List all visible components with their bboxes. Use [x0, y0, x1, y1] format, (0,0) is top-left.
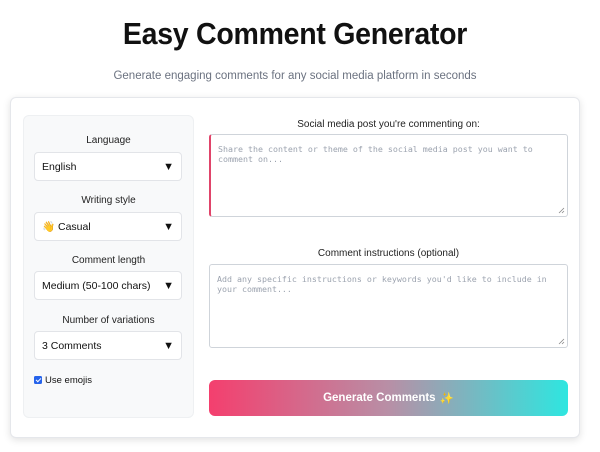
resize-handle-icon[interactable] — [558, 338, 565, 345]
writing-style-text: Casual — [58, 221, 91, 233]
use-emojis-option[interactable]: Use emojis — [34, 374, 92, 386]
generate-comments-button[interactable]: Generate Comments ✨ — [209, 380, 568, 416]
variations-select[interactable]: 3 Comments ▼ — [34, 331, 182, 360]
comment-length-value: Medium (50-100 chars) — [42, 279, 151, 292]
language-value: English — [42, 160, 77, 173]
chevron-down-icon: ▼ — [163, 339, 174, 352]
post-label: Social media post you're commenting on: — [297, 119, 480, 130]
waving-hand-icon: 👋 — [42, 221, 56, 233]
resize-handle-icon[interactable] — [558, 207, 565, 214]
instructions-label: Comment instructions (optional) — [317, 248, 460, 259]
sparkles-icon: ✨ — [439, 393, 454, 405]
use-emojis-checkbox[interactable] — [34, 376, 42, 384]
generate-label: Generate Comments — [323, 392, 436, 404]
use-emojis-label: Use emojis — [45, 374, 92, 386]
writing-style-select[interactable]: 👋 Casual ▼ — [34, 212, 182, 241]
writing-style-value: 👋 Casual — [42, 220, 163, 233]
comment-length-select[interactable]: Medium (50-100 chars) ▼ — [34, 271, 182, 300]
variations-label: Number of variations — [62, 315, 155, 326]
language-label: Language — [86, 135, 131, 146]
chevron-down-icon: ▼ — [163, 279, 174, 292]
post-textarea[interactable]: Share the content or theme of the social… — [209, 134, 568, 217]
chevron-down-icon: ▼ — [163, 160, 174, 173]
language-select[interactable]: English ▼ — [34, 152, 182, 181]
writing-style-label: Writing style — [81, 195, 136, 206]
comment-length-label: Comment length — [71, 255, 146, 266]
instructions-textarea[interactable]: Add any specific instructions or keyword… — [209, 264, 568, 348]
page-subtitle: Generate engaging comments for any socia… — [113, 70, 477, 82]
variations-value: 3 Comments — [42, 339, 102, 352]
page-title: Easy Comment Generator — [122, 16, 468, 51]
instructions-placeholder: Add any specific instructions or keyword… — [217, 274, 547, 294]
post-placeholder: Share the content or theme of the social… — [218, 144, 533, 164]
chevron-down-icon: ▼ — [163, 220, 174, 233]
